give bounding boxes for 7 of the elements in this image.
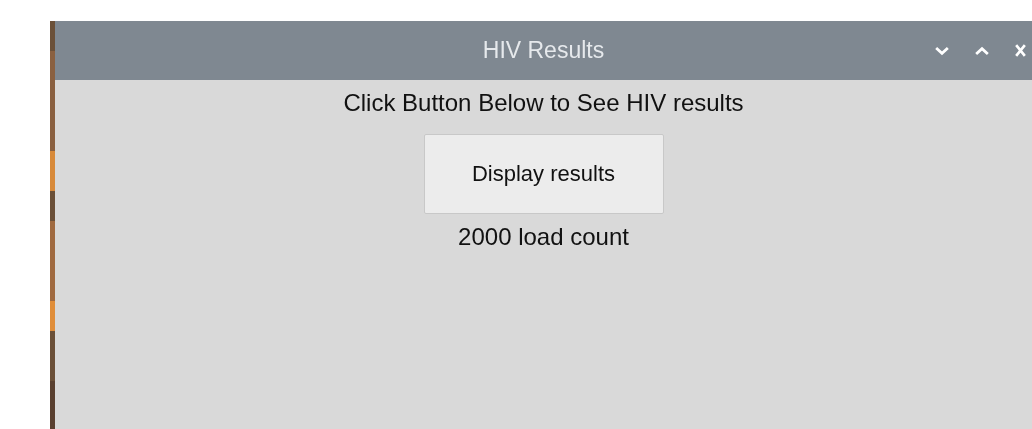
instruction-label: Click Button Below to See HIV results (343, 88, 744, 118)
close-icon[interactable] (1015, 44, 1026, 57)
maximize-icon[interactable] (975, 45, 989, 56)
minimize-icon[interactable] (935, 45, 949, 56)
display-results-button[interactable]: Display results (423, 134, 664, 214)
window-title: HIV Results (482, 37, 605, 64)
result-label: 2000 load count (458, 222, 629, 252)
